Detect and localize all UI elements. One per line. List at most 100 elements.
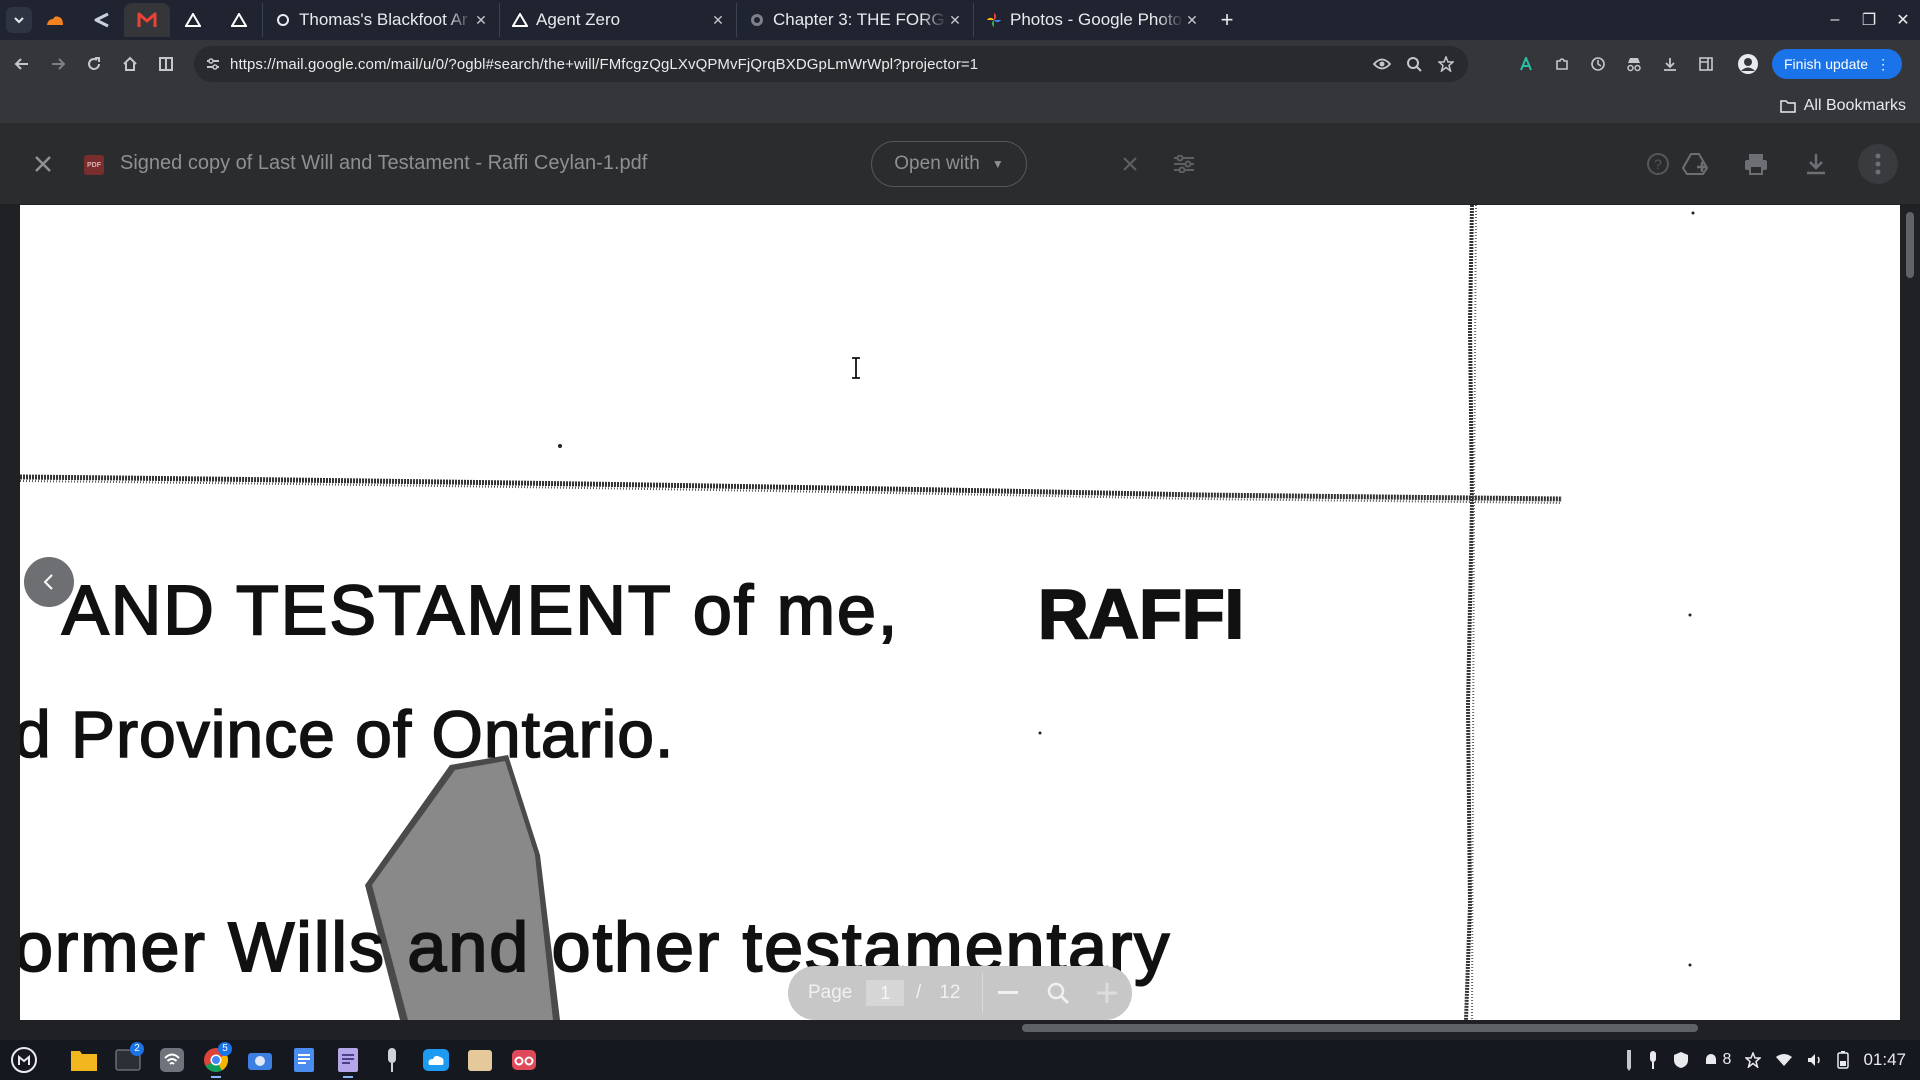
wifi-icon[interactable] <box>1775 1053 1793 1067</box>
tab-thomas-blackfoot[interactable]: Thomas's Blackfoot Ar ✕ <box>262 3 499 37</box>
minus-icon <box>998 991 1019 994</box>
triangle-logo-icon <box>231 13 247 27</box>
mic-status-icon[interactable] <box>1647 1050 1659 1070</box>
taskbar-microphone[interactable] <box>370 1040 414 1080</box>
system-tray: 8 01:47 <box>1611 1040 1906 1080</box>
tab-search-button[interactable] <box>6 7 32 33</box>
back-button[interactable] <box>4 46 40 82</box>
bookmarks-bar: All Bookmarks <box>0 88 1920 124</box>
triangle-logo-icon <box>512 12 528 28</box>
window-controls: – ❐ ✕ <box>1818 0 1920 40</box>
plus-icon <box>1097 983 1118 1003</box>
stylus-icon[interactable] <box>1625 1049 1633 1071</box>
camera-icon <box>248 1053 272 1070</box>
bookmark-star-icon[interactable] <box>1430 46 1462 82</box>
side-panel-icon[interactable] <box>1688 46 1724 82</box>
zoom-reset-button[interactable] <box>1033 981 1083 1005</box>
gmail-icon <box>137 12 157 27</box>
previous-page-button[interactable] <box>24 557 74 607</box>
url-text[interactable]: https://mail.google.com/mail/u/0/?ogbl#s… <box>230 56 1366 73</box>
star-icon[interactable] <box>1745 1052 1762 1068</box>
close-icon[interactable]: ✕ <box>710 12 726 29</box>
pinned-tab-agent-1[interactable] <box>170 3 216 37</box>
volume-icon[interactable] <box>1807 1053 1823 1067</box>
tab-title: Chapter 3: THE FORGE <box>773 10 947 29</box>
tab-chapter-3[interactable]: Chapter 3: THE FORGE ✕ <box>736 3 973 37</box>
split-view-button[interactable] <box>148 46 184 82</box>
vpn-shield-icon[interactable] <box>1673 1051 1689 1069</box>
restore-icon[interactable]: ❐ <box>1852 10 1886 30</box>
address-bar[interactable]: https://mail.google.com/mail/u/0/?ogbl#s… <box>194 46 1468 82</box>
current-page-input[interactable]: 1 <box>866 980 905 1006</box>
history-icon[interactable] <box>1580 46 1616 82</box>
add-to-drive-icon[interactable] <box>1680 148 1712 180</box>
text-cursor-icon <box>852 357 860 379</box>
extensions-puzzle-icon[interactable] <box>1544 46 1580 82</box>
close-icon[interactable]: ✕ <box>1184 12 1200 29</box>
page-controls: Page 1 / 12 <box>788 966 1132 1020</box>
taskbar-network[interactable] <box>150 1040 194 1080</box>
zoom-out-button[interactable] <box>983 991 1033 995</box>
incognito-icon[interactable] <box>1616 46 1652 82</box>
finish-update-button[interactable]: Finish update ⋮ <box>1772 49 1903 79</box>
pinned-tab-cloudflare[interactable] <box>32 3 78 37</box>
extension-a-icon[interactable] <box>1508 46 1544 82</box>
more-options-icon[interactable] <box>1858 144 1898 184</box>
horizontal-scrollbar[interactable] <box>1022 1024 1698 1032</box>
minimize-icon[interactable]: – <box>1818 11 1852 29</box>
browser-toolbar: https://mail.google.com/mail/u/0/?ogbl#s… <box>0 40 1920 88</box>
tab-title: Agent Zero <box>536 10 621 29</box>
cloudflare-icon <box>47 16 63 25</box>
pdf-page[interactable]: AND TESTAMENT of me, RAFFI d Province of… <box>20 205 1900 1020</box>
tab-agent-zero[interactable]: Agent Zero ✕ <box>499 3 736 37</box>
taskbar-chrome[interactable]: 5 <box>194 1040 238 1080</box>
zoom-in-button[interactable] <box>1082 983 1132 1003</box>
threads-icon <box>275 12 291 28</box>
close-icon[interactable]: ✕ <box>473 12 489 29</box>
taskbar-terminal[interactable]: 2 <box>106 1040 150 1080</box>
download-file-icon[interactable] <box>1800 148 1832 180</box>
pinned-tab-agent-2[interactable] <box>216 3 262 37</box>
clear-search-icon[interactable] <box>1114 148 1146 180</box>
download-icon[interactable] <box>1652 46 1688 82</box>
site-info-icon[interactable] <box>200 56 226 72</box>
close-viewer-button[interactable] <box>30 152 56 178</box>
all-bookmarks-button[interactable]: All Bookmarks <box>1780 94 1906 118</box>
vertical-scrollbar[interactable] <box>1906 212 1914 278</box>
close-icon[interactable]: ✕ <box>947 12 963 29</box>
print-icon[interactable] <box>1740 148 1772 180</box>
forward-button[interactable] <box>40 46 76 82</box>
screen-capture-icon <box>512 1050 536 1070</box>
page-separator: / <box>916 982 922 1003</box>
notification-badge: 5 <box>218 1042 232 1056</box>
document-line-1: AND TESTAMENT of me, <box>61 570 900 650</box>
profile-avatar-icon[interactable] <box>1730 46 1766 82</box>
open-with-button[interactable]: Open with ▼ <box>871 141 1027 187</box>
launcher-button[interactable] <box>2 1040 46 1080</box>
pinned-tab-share[interactable] <box>78 3 124 37</box>
taskbar-notes[interactable] <box>326 1040 370 1080</box>
close-icon <box>35 156 51 172</box>
filter-options-icon[interactable] <box>1168 148 1200 180</box>
clock[interactable]: 01:47 <box>1863 1050 1906 1070</box>
launcher-icon <box>11 1047 37 1073</box>
battery-icon[interactable] <box>1837 1051 1850 1069</box>
notifications-icon[interactable]: 8 <box>1703 1051 1731 1069</box>
reload-button[interactable] <box>76 46 112 82</box>
pinned-tab-gmail[interactable] <box>124 3 170 37</box>
help-icon[interactable]: ? <box>1642 148 1674 180</box>
tab-google-photos[interactable]: Photos - Google Photo ✕ <box>973 3 1210 37</box>
notes-icon <box>338 1048 358 1072</box>
new-tab-button[interactable]: + <box>1210 3 1244 37</box>
caret-down-icon: ▼ <box>991 157 1004 171</box>
zoom-icon[interactable] <box>1398 46 1430 82</box>
taskbar-files[interactable] <box>62 1040 106 1080</box>
window-close-icon[interactable]: ✕ <box>1886 10 1920 30</box>
taskbar-docs[interactable] <box>282 1040 326 1080</box>
taskbar-screen-capture[interactable] <box>502 1040 546 1080</box>
taskbar-camera[interactable] <box>238 1040 282 1080</box>
taskbar-folder[interactable] <box>458 1040 502 1080</box>
taskbar-cloud[interactable] <box>414 1040 458 1080</box>
eye-off-icon[interactable] <box>1366 46 1398 82</box>
home-button[interactable] <box>112 46 148 82</box>
